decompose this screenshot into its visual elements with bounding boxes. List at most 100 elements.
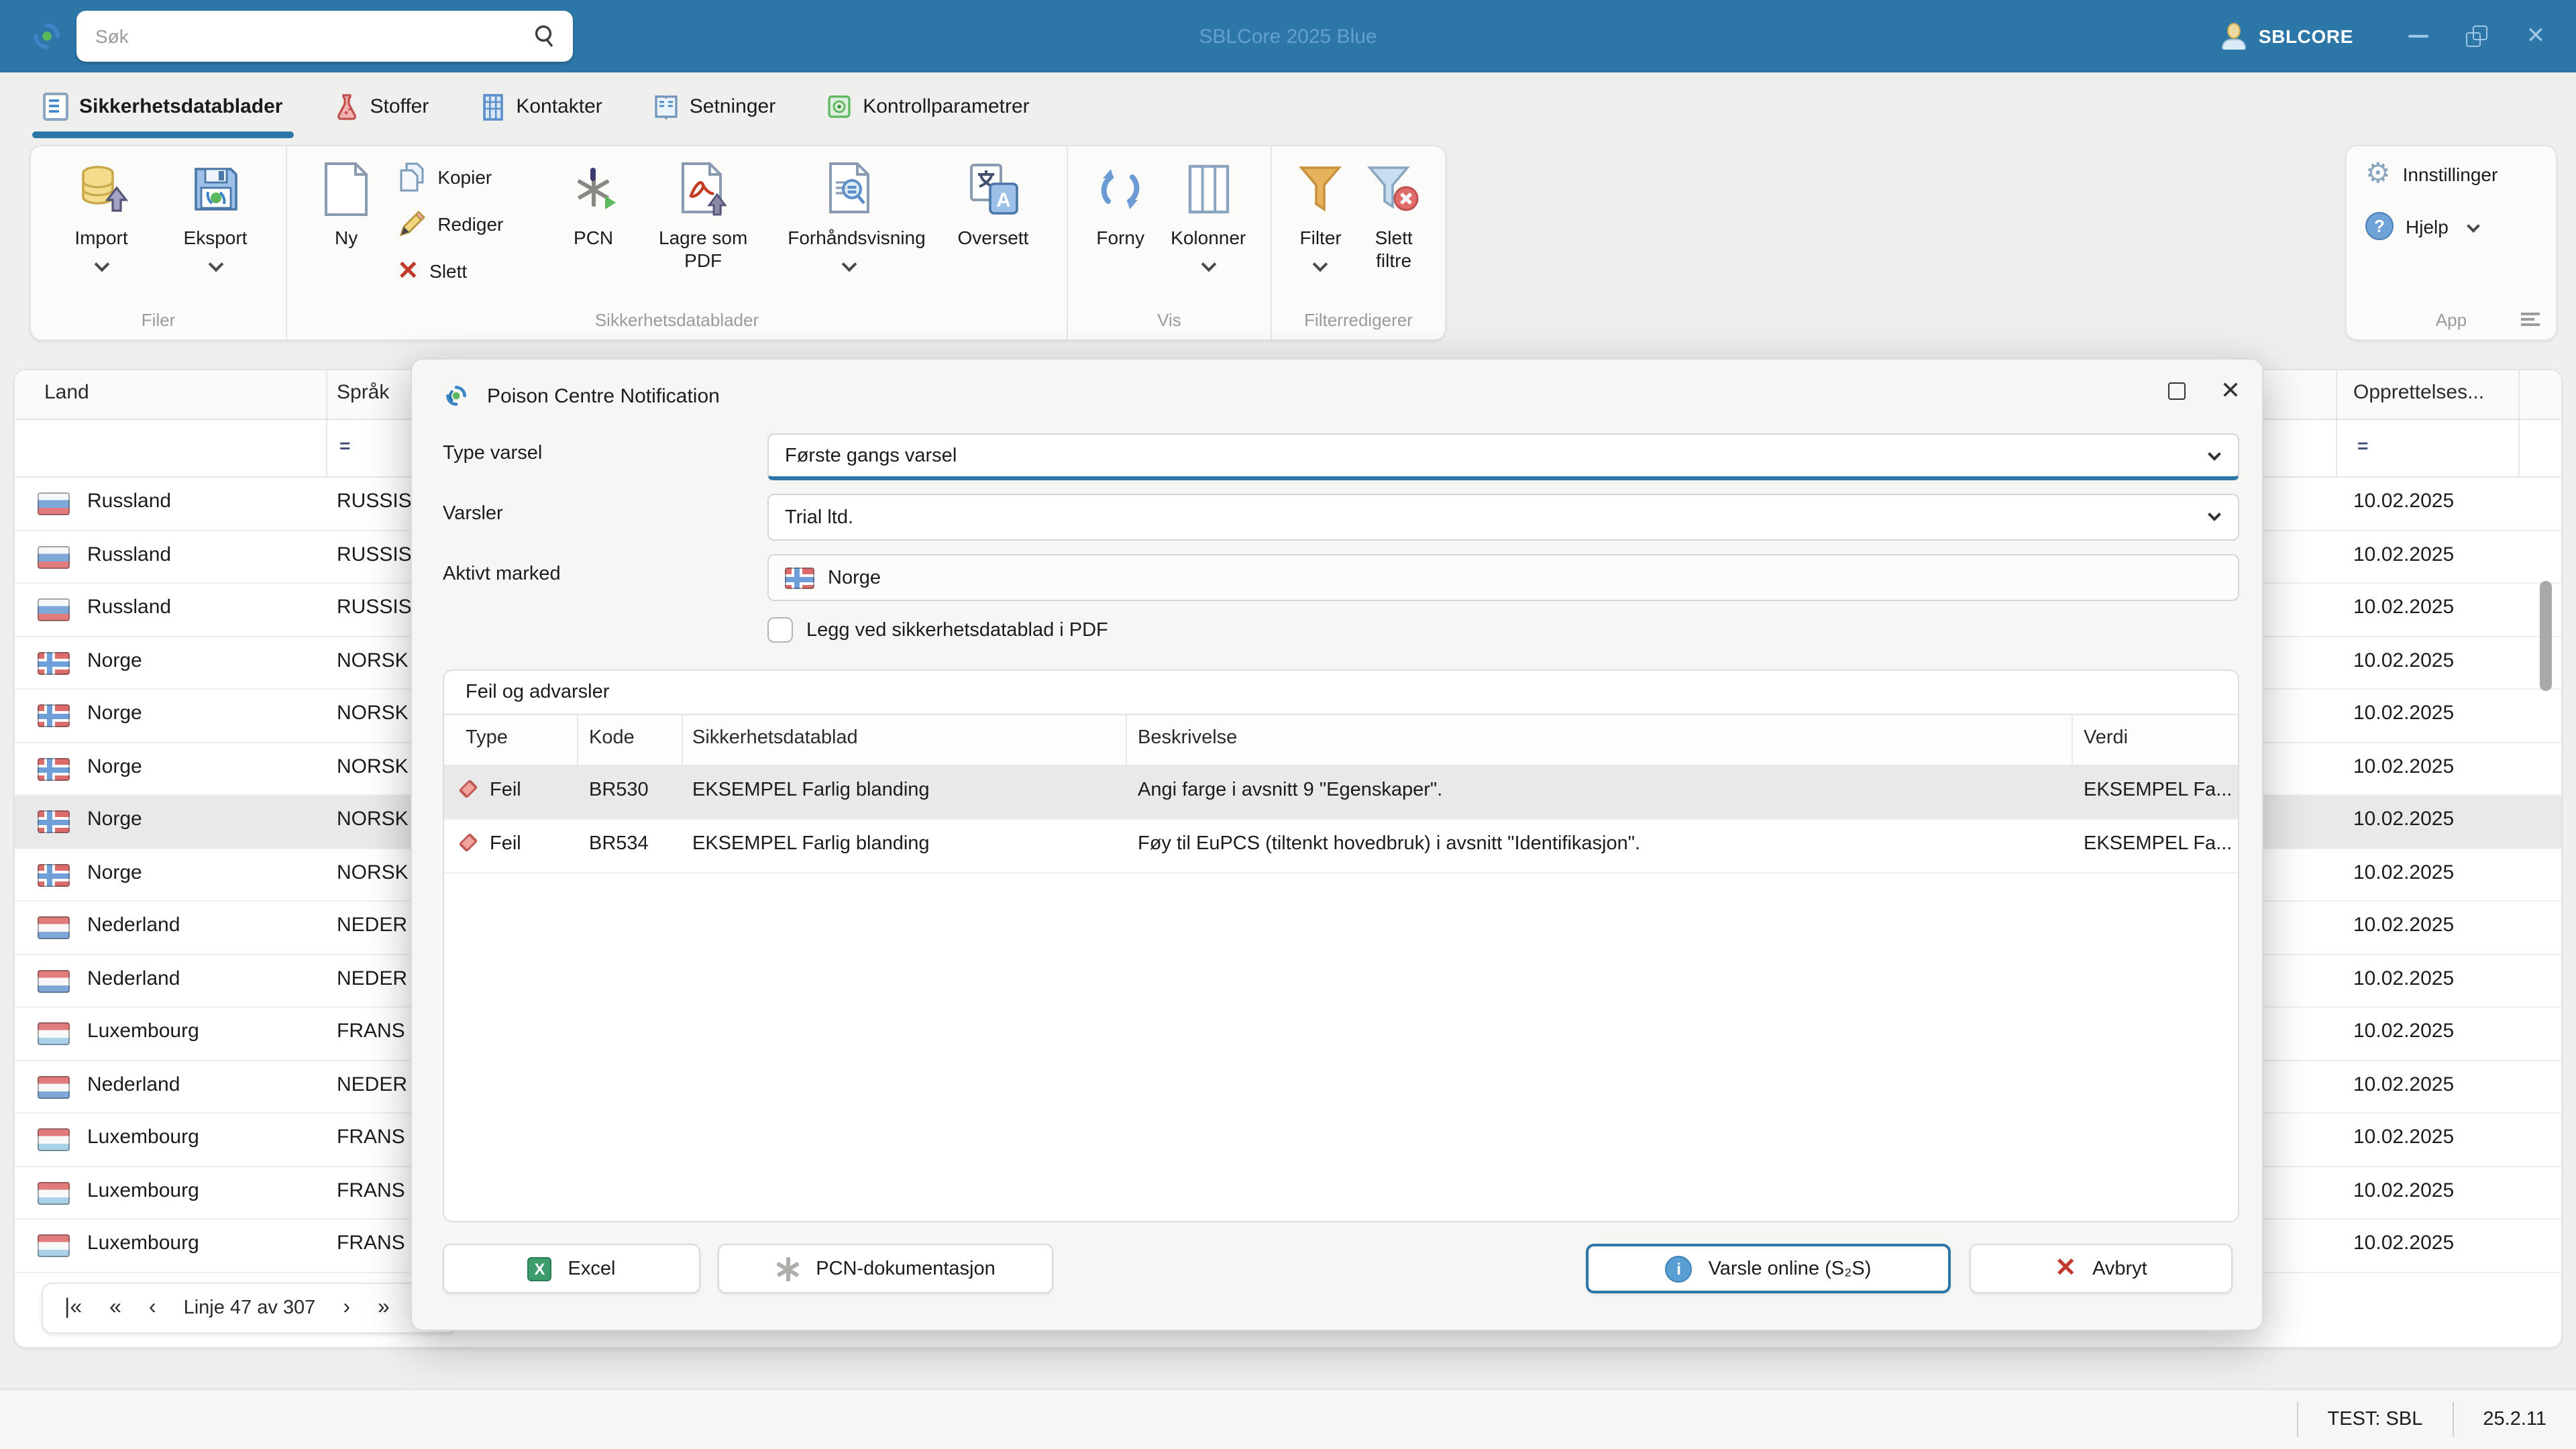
pager: |« « ‹ Linje 47 av 307 › » »|: [42, 1283, 458, 1334]
status-environment: TEST: SBL: [2327, 1409, 2423, 1430]
fast-next-button[interactable]: »: [378, 1296, 390, 1320]
search-icon[interactable]: [533, 24, 557, 48]
hjelp-button[interactable]: ? Hjelp: [2347, 188, 2556, 240]
error-diamond-icon: [458, 833, 478, 853]
forny-button[interactable]: Forny: [1081, 154, 1159, 250]
tab-sikkerhetsdatablader[interactable]: Sikkerhetsdatablader: [30, 72, 297, 140]
type-varsel-dropdown[interactable]: Første gangs varsel: [767, 433, 2239, 480]
help-icon: ?: [2365, 212, 2394, 240]
minimize-button[interactable]: [2388, 0, 2447, 72]
close-button[interactable]: ✕: [2506, 0, 2565, 72]
netherlands-flag-icon: [38, 916, 70, 939]
prev-button[interactable]: ‹: [149, 1296, 156, 1320]
gear-icon: ⚙: [2365, 158, 2391, 189]
filter-operator-icon[interactable]: =: [339, 433, 350, 456]
columns-icon: [1188, 164, 1229, 214]
errors-groupbox: Feil og advarsler Type Kode Sikkerhetsda…: [443, 669, 2239, 1222]
norway-flag-icon: [38, 651, 70, 674]
luxembourg-flag-icon: [38, 1234, 70, 1257]
kolonner-button[interactable]: Kolonner: [1159, 154, 1257, 272]
panel-menu-icon[interactable]: [2521, 310, 2540, 329]
eksport-button[interactable]: Eksport: [158, 154, 272, 272]
tab-setninger[interactable]: Setninger: [640, 72, 789, 140]
delete-x-icon: ✕: [397, 257, 419, 285]
column-header-sds[interactable]: Sikkerhetsdatablad: [692, 727, 858, 749]
tab-label: Kontakter: [516, 95, 602, 117]
avbryt-button[interactable]: ✕ Avbryt: [1970, 1244, 2233, 1293]
restore-button[interactable]: [2447, 0, 2506, 72]
database-import-icon: [81, 166, 128, 212]
tab-kontakter[interactable]: Kontakter: [466, 72, 615, 140]
pager-label: Linje 47 av 307: [183, 1297, 316, 1319]
search-box: [76, 11, 573, 62]
netherlands-flag-icon: [38, 1075, 70, 1098]
column-header-type[interactable]: Type: [466, 727, 508, 749]
pcn-button[interactable]: PCN: [547, 154, 641, 250]
varsle-online-button[interactable]: i Varsle online (S₂S): [1586, 1244, 1951, 1293]
slett-filtre-button[interactable]: Slett filtre: [1356, 154, 1432, 272]
luxembourg-flag-icon: [38, 1128, 70, 1151]
sblcore-logo-icon: [446, 386, 466, 406]
column-header-opprettelses[interactable]: Opprettelses...: [2353, 381, 2484, 404]
search-input[interactable]: [76, 25, 533, 47]
forhandsvisning-button[interactable]: Forhåndsvisning: [766, 154, 933, 272]
russia-flag-icon: [38, 598, 70, 621]
chevron-down-icon: [1313, 256, 1328, 272]
first-page-button[interactable]: |«: [64, 1296, 82, 1320]
column-header-kode[interactable]: Kode: [589, 727, 635, 749]
restore-icon: [2466, 25, 2487, 47]
save-export-icon: [194, 168, 237, 211]
slett-button[interactable]: ✕ Slett: [397, 251, 541, 291]
vertical-scrollbar[interactable]: [2540, 581, 2552, 691]
norway-flag-icon: [38, 704, 70, 727]
pcn-dialog: Poison Centre Notification ✕ Type varsel…: [411, 358, 2263, 1331]
pcn-dokumentasjon-button[interactable]: PCN-dokumentasjon: [718, 1244, 1053, 1293]
column-header-beskrivelse[interactable]: Beskrivelse: [1138, 727, 1237, 749]
oversett-button[interactable]: A Oversett: [933, 154, 1053, 250]
account-button[interactable]: SBLCORE: [2259, 25, 2353, 47]
user-avatar-icon: [2221, 23, 2248, 50]
ribbon-group-label: Filterredigerer: [1304, 310, 1413, 330]
pcn-star-icon: [775, 1256, 800, 1281]
chevron-down-icon: [2466, 219, 2480, 233]
error-diamond-icon: [458, 779, 478, 799]
norway-flag-icon: [38, 757, 70, 780]
filter-button[interactable]: Filter: [1285, 154, 1356, 272]
column-header-sprak[interactable]: Språk: [337, 381, 389, 404]
ribbon-group-label: Sikkerhetsdatablader: [594, 310, 759, 330]
dialog-close-button[interactable]: ✕: [2220, 378, 2241, 402]
tab-stoffer[interactable]: Stoffer: [321, 72, 443, 140]
column-header-verdi[interactable]: Verdi: [2084, 727, 2128, 749]
russia-flag-icon: [38, 492, 70, 515]
attach-sds-checkbox[interactable]: [767, 617, 793, 643]
tab-kontrollparametrer[interactable]: Kontrollparametrer: [813, 72, 1042, 140]
errors-group-title: Feil og advarsler: [444, 671, 2238, 715]
varsler-dropdown[interactable]: Trial ltd.: [767, 494, 2239, 541]
aktivt-marked-field[interactable]: Norge: [767, 554, 2239, 601]
chevron-down-icon: [93, 256, 109, 272]
import-button[interactable]: Import: [44, 154, 158, 272]
rediger-button[interactable]: Rediger: [397, 204, 541, 244]
filter-operator-icon[interactable]: =: [2357, 433, 2368, 456]
ribbon-group-label: Vis: [1157, 310, 1181, 330]
next-button[interactable]: ›: [343, 1296, 350, 1320]
dialog-maximize-button[interactable]: [2167, 382, 2186, 399]
kopier-button[interactable]: Kopier: [397, 157, 541, 197]
russia-flag-icon: [38, 545, 70, 568]
innstillinger-button[interactable]: ⚙ Innstillinger: [2347, 146, 2556, 188]
pcn-star-icon: [576, 168, 616, 209]
excel-button[interactable]: X Excel: [443, 1244, 700, 1293]
chevron-down-icon: [1200, 256, 1216, 272]
tab-label: Kontrollparametrer: [863, 95, 1030, 117]
fast-prev-button[interactable]: «: [109, 1296, 121, 1320]
chevron-down-icon: [207, 256, 223, 272]
ny-button[interactable]: Ny: [301, 154, 392, 250]
error-row[interactable]: Feil BR534 EKSEMPEL Farlig blanding Føy …: [444, 820, 2238, 873]
lagre-som-pdf-button[interactable]: Lagre som PDF: [641, 154, 766, 272]
error-row-selected[interactable]: Feil BR530 EKSEMPEL Farlig blanding Angi…: [444, 766, 2238, 820]
tab-label: Sikkerhetsdatablader: [79, 95, 283, 117]
norway-flag-icon: [785, 567, 814, 588]
column-header-land[interactable]: Land: [44, 381, 89, 404]
tab-label: Setninger: [689, 95, 776, 117]
titlebar: SBLCore 2025 Blue SBLCORE ✕: [0, 0, 2576, 72]
